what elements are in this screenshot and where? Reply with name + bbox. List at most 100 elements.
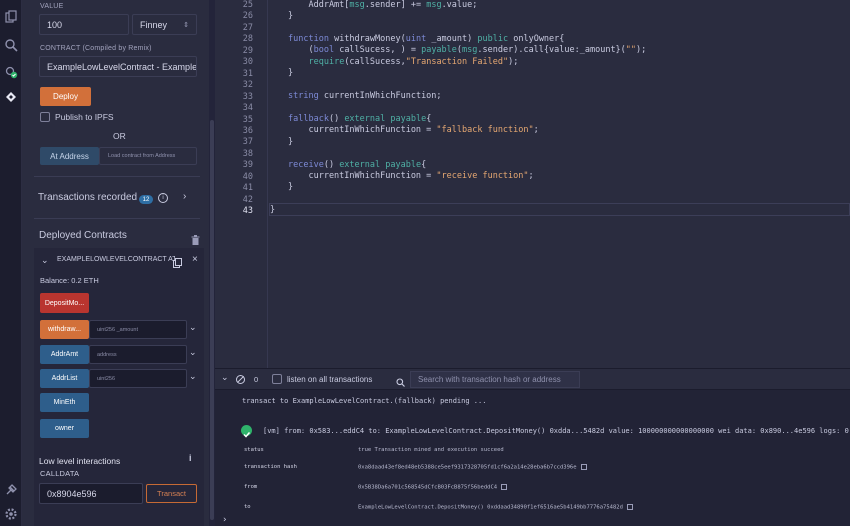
deploy-run-panel: VALUE 100 Finney ⇕ CONTRACT (Compiled by… xyxy=(22,0,215,526)
deployed-contracts-label: Deployed Contracts xyxy=(39,230,127,241)
calldata-input[interactable]: 0x8904e596 xyxy=(39,483,143,504)
detail-key-transaction-hash: transaction hash xyxy=(244,464,297,470)
transaction-summary[interactable]: [vm] from: 0x583...eddC4 to: ExampleLowL… xyxy=(263,427,849,435)
line-number: 31 xyxy=(242,68,253,79)
chevron-right-icon[interactable]: › xyxy=(183,191,186,202)
addr-amt-input[interactable]: address xyxy=(89,345,187,364)
code-line-41: } xyxy=(288,182,294,192)
code-line-29: (bool callSucess, ) = payable(msg.sender… xyxy=(288,45,647,55)
copy-icon[interactable] xyxy=(580,464,587,470)
chevron-down-icon[interactable]: ⌄ xyxy=(189,347,197,358)
compiler-icon[interactable] xyxy=(3,64,19,80)
code-editor[interactable]: 25 26 27 28 29 30 31 32 33 34 35 36 37 38 39 40 41 42 43 A… xyxy=(215,0,850,368)
detail-value-status-text: true Transaction mined and execution suc… xyxy=(358,447,504,453)
code-line-28: function withdrawMoney(uint _amount) pub… xyxy=(288,34,565,44)
chevron-down-icon[interactable]: ⌄ xyxy=(189,371,197,382)
code-line-33: string currentInWhichFunction; xyxy=(288,91,442,101)
code-line-40: currentInWhichFunction = "receive functi… xyxy=(288,171,534,181)
line-number: 40 xyxy=(242,171,253,182)
transaction-search-input[interactable]: Search with transaction hash or address xyxy=(410,371,580,388)
line-gutter: 25 26 27 28 29 30 31 32 33 34 35 36 37 38 39 40 41 42 43 xyxy=(215,0,268,368)
line-number: 28 xyxy=(242,34,253,45)
line-number: 39 xyxy=(242,160,253,171)
clear-console-icon[interactable] xyxy=(236,375,245,384)
deposit-money-button[interactable]: DepositMo... xyxy=(40,293,89,313)
line-number: 38 xyxy=(242,148,253,159)
load-contract-address-input[interactable]: Load contract from Address xyxy=(99,147,197,165)
line-number: 29 xyxy=(242,45,253,56)
addr-amt-button[interactable]: AddrAmt xyxy=(40,345,89,364)
transact-button[interactable]: Transact xyxy=(146,484,197,503)
publish-ipfs-checkbox[interactable] xyxy=(40,112,50,122)
line-number: 32 xyxy=(242,80,253,91)
terminal-prompt-icon[interactable]: › xyxy=(222,515,227,525)
pending-count: 0 xyxy=(254,375,259,384)
detail-value-to: ExampleLowLevelContract.DepositMoney() 0… xyxy=(358,504,633,511)
chevron-down-icon[interactable]: ⌄ xyxy=(221,372,229,383)
withdraw-amount-input[interactable]: uint256 _amount xyxy=(89,320,187,339)
line-number: 33 xyxy=(242,91,253,102)
detail-value-transaction-hash-text: 0xa8daad43ef8ed48eb5388ce5eef9317328705f… xyxy=(358,464,577,471)
code-line-30: require(callSucess,"Transaction Failed")… xyxy=(308,57,519,67)
code-line-26: } xyxy=(288,11,294,21)
line-number: 26 xyxy=(242,11,253,22)
min-eth-button[interactable]: MinEth xyxy=(40,393,89,412)
settings-gear-icon[interactable] xyxy=(3,506,19,522)
code-line-25: AddrAmt[msg.sender] += msg.value; xyxy=(288,0,478,10)
withdraw-money-button[interactable]: withdraw... xyxy=(40,320,89,339)
detail-key-to: to xyxy=(244,504,251,510)
transactions-count-badge: 12 xyxy=(139,195,153,204)
value-unit-select[interactable]: Finney ⇕ xyxy=(132,14,197,35)
line-number: 34 xyxy=(242,103,253,114)
deploy-button[interactable]: Deploy xyxy=(40,87,91,106)
line-number: 42 xyxy=(242,194,253,205)
instance-name: EXAMPLELOWLEVELCONTRACT AT xyxy=(57,256,175,263)
detail-value-transaction-hash: 0xa8daad43ef8ed48eb5388ce5eef9317328705f… xyxy=(358,464,587,471)
contract-selected-text: ExampleLowLevelContract - Example xyxy=(47,61,197,72)
remix-ide: VALUE 100 Finney ⇕ CONTRACT (Compiled by… xyxy=(0,0,850,526)
current-line-highlight xyxy=(269,203,850,216)
chevron-down-icon[interactable]: ⌄ xyxy=(189,322,197,333)
copy-icon[interactable] xyxy=(501,484,508,490)
value-amount-input[interactable]: 100 xyxy=(39,14,129,35)
listen-all-label: listen on all transactions xyxy=(287,375,373,384)
close-instance-icon[interactable]: × xyxy=(192,254,198,265)
line-number: 41 xyxy=(242,183,253,194)
listen-all-checkbox[interactable] xyxy=(272,374,282,384)
low-level-label: Low level interactions xyxy=(39,456,121,466)
detail-key-from: from xyxy=(244,484,258,490)
addr-list-input[interactable]: uint256 xyxy=(89,369,187,388)
transactions-recorded-label: Transactions recorded xyxy=(38,192,138,203)
contract-select[interactable]: ExampleLowLevelContract - Example xyxy=(39,56,197,77)
chevron-down-icon[interactable]: ⌄ xyxy=(41,255,49,266)
detail-value-to-text: ExampleLowLevelContract.DepositMoney() 0… xyxy=(358,504,623,511)
pending-transaction-line: transact to ExampleLowLevelContract.(fal… xyxy=(242,397,487,405)
detail-value-from: 0x5B38Da6a701c568545dCfcB03FcB875f56bedd… xyxy=(358,484,508,491)
icon-rail xyxy=(0,0,22,526)
copy-address-icon[interactable] xyxy=(173,255,182,273)
select-arrows-icon: ⇕ xyxy=(183,21,189,29)
at-address-button[interactable]: At Address xyxy=(40,147,99,165)
copy-icon[interactable] xyxy=(626,504,633,510)
or-label: OR xyxy=(113,131,126,141)
code-line-37: } xyxy=(288,137,294,147)
info-icon[interactable]: i xyxy=(189,453,192,463)
plugin-manager-icon[interactable] xyxy=(3,482,19,498)
line-number: 25 xyxy=(242,0,253,10)
terminal-toolbar: ⌄ 0 listen on all transactions Search wi… xyxy=(215,368,850,390)
line-number: 30 xyxy=(242,57,253,68)
line-number: 36 xyxy=(242,125,253,136)
balance-text: Balance: 0.2 ETH xyxy=(40,276,99,285)
deploy-run-icon[interactable] xyxy=(3,89,19,105)
value-label: VALUE xyxy=(40,3,64,10)
terminal-output: transact to ExampleLowLevelContract.(fal… xyxy=(215,390,850,526)
search-icon[interactable] xyxy=(3,37,19,53)
file-explorer-icon[interactable] xyxy=(3,9,19,25)
owner-button[interactable]: owner xyxy=(40,419,89,438)
line-number: 43 xyxy=(242,206,253,217)
panel-scrollbar-thumb[interactable] xyxy=(210,120,214,520)
code-line-36: currentInWhichFunction = "fallback funct… xyxy=(288,125,539,135)
info-icon[interactable]: i xyxy=(158,193,168,203)
addr-list-button[interactable]: AddrList xyxy=(40,369,89,388)
detail-key-status: status xyxy=(244,447,264,453)
